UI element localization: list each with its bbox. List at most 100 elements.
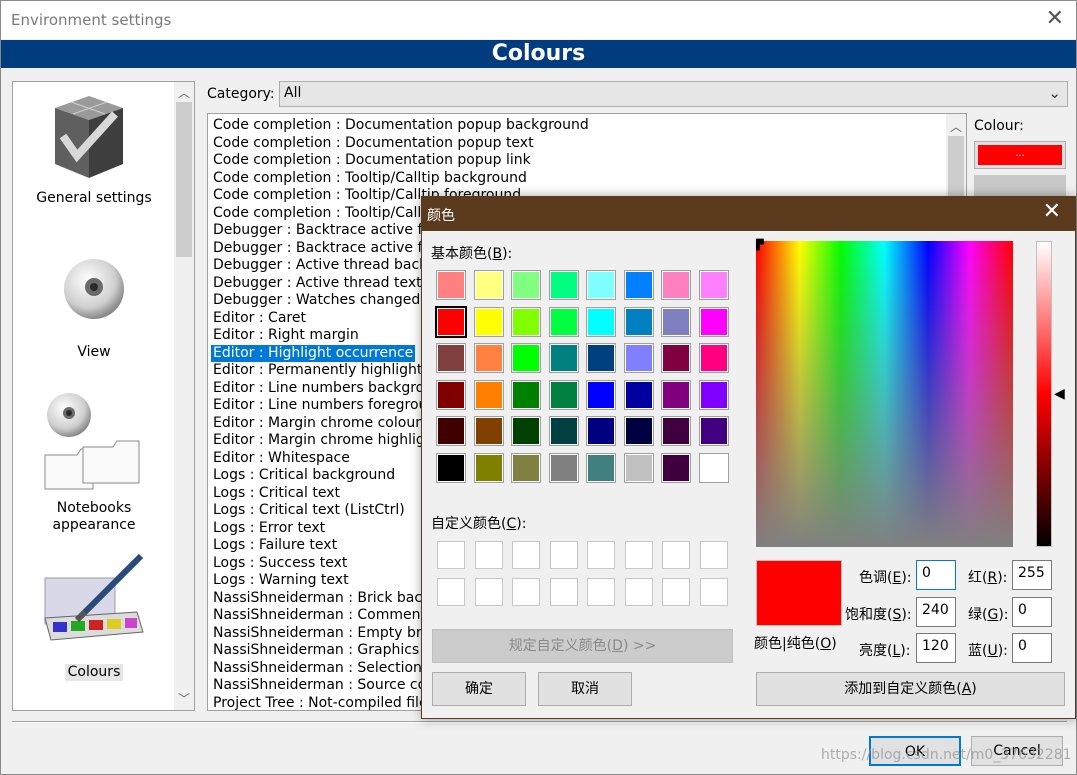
- list-item[interactable]: Editor : Line numbers foregrou: [211, 397, 429, 414]
- custom-color-slot[interactable]: [699, 578, 728, 606]
- basic-color-swatch[interactable]: [661, 452, 691, 483]
- basic-color-swatch[interactable]: [436, 343, 466, 373]
- sidebar-scrollbar[interactable]: ︿ ﹀: [174, 82, 194, 710]
- basic-color-swatch[interactable]: [698, 270, 729, 300]
- dialog-ok-button[interactable]: 确定: [432, 672, 526, 706]
- custom-color-slot[interactable]: [474, 541, 503, 569]
- list-item[interactable]: Logs : Error text: [211, 520, 327, 537]
- basic-color-swatch[interactable]: [436, 379, 466, 410]
- basic-color-swatch[interactable]: [698, 379, 729, 410]
- custom-color-slot[interactable]: [699, 541, 728, 569]
- define-custom-colors-button[interactable]: 规定自定义颜色(D) >>: [432, 629, 733, 663]
- list-item[interactable]: NassiShneiderman : Selection c: [211, 660, 436, 677]
- colour-picker-button[interactable]: ...: [974, 141, 1066, 169]
- hue-input[interactable]: 0: [916, 560, 956, 590]
- basic-color-swatch[interactable]: [661, 343, 691, 373]
- list-item[interactable]: Code completion : Tooltip/Call: [211, 205, 423, 222]
- list-item[interactable]: Editor : Permanently highlighte: [211, 362, 433, 379]
- basic-color-swatch[interactable]: [623, 379, 654, 410]
- color-spectrum[interactable]: [756, 241, 1013, 547]
- basic-color-swatch[interactable]: [511, 306, 541, 337]
- list-item[interactable]: Editor : Margin chrome colour: [211, 415, 423, 432]
- dialog-cancel-button[interactable]: 取消: [538, 672, 632, 706]
- custom-color-slot[interactable]: [549, 541, 578, 569]
- luminance-input[interactable]: 120: [916, 633, 956, 663]
- basic-color-swatch[interactable]: [586, 343, 616, 373]
- basic-color-swatch[interactable]: [548, 379, 579, 410]
- custom-color-slot[interactable]: [624, 578, 653, 606]
- list-item[interactable]: Logs : Critical text (ListCtrl): [211, 502, 407, 519]
- slider-arrow-icon[interactable]: ◀: [1054, 386, 1065, 402]
- add-to-custom-colors-button[interactable]: 添加到自定义颜色(A): [756, 672, 1065, 706]
- basic-color-swatch[interactable]: [586, 452, 616, 483]
- basic-color-swatch[interactable]: [698, 343, 729, 373]
- list-item[interactable]: Editor : Highlight occurrence: [211, 344, 416, 362]
- basic-color-swatch[interactable]: [623, 270, 654, 300]
- list-item[interactable]: NassiShneiderman : Brick backg: [211, 590, 441, 607]
- basic-color-swatch[interactable]: [623, 343, 654, 373]
- basic-color-swatch[interactable]: [511, 416, 541, 446]
- basic-color-swatch[interactable]: [511, 343, 541, 373]
- basic-color-swatch[interactable]: [698, 452, 729, 483]
- basic-color-swatch[interactable]: [586, 416, 616, 446]
- basic-color-swatch[interactable]: [436, 416, 466, 446]
- basic-color-swatch[interactable]: [661, 270, 691, 300]
- green-input[interactable]: 0: [1012, 597, 1052, 627]
- list-item[interactable]: NassiShneiderman : Empty bric: [211, 625, 435, 642]
- list-item[interactable]: Code completion : Documentation popup te…: [211, 135, 536, 152]
- basic-color-swatch[interactable]: [548, 343, 579, 373]
- scrollbar-thumb[interactable]: [176, 102, 192, 257]
- list-item[interactable]: Editor : Line numbers backgrou: [211, 380, 435, 397]
- list-item[interactable]: Code completion : Documentation popup li…: [211, 152, 533, 169]
- basic-color-swatch[interactable]: [661, 416, 691, 446]
- basic-color-swatch[interactable]: [435, 305, 467, 338]
- basic-color-swatch[interactable]: [511, 270, 541, 300]
- basic-color-swatch[interactable]: [473, 452, 504, 483]
- list-item[interactable]: Editor : Caret: [211, 310, 308, 327]
- basic-color-swatch[interactable]: [586, 379, 616, 410]
- custom-color-slot[interactable]: [662, 541, 690, 569]
- list-item[interactable]: Logs : Critical text: [211, 485, 342, 502]
- basic-color-swatch[interactable]: [473, 306, 504, 337]
- list-item[interactable]: Debugger : Active thread back: [211, 257, 429, 274]
- list-item[interactable]: NassiShneiderman : Source col: [211, 677, 432, 694]
- category-select[interactable]: All ⌄: [279, 81, 1068, 107]
- basic-color-swatch[interactable]: [548, 306, 579, 337]
- red-input[interactable]: 255: [1012, 560, 1052, 590]
- blue-input[interactable]: 0: [1012, 633, 1052, 663]
- custom-color-slot[interactable]: [587, 541, 615, 569]
- list-item[interactable]: Editor : Margin chrome highligh: [211, 432, 436, 449]
- scrollbar-thumb[interactable]: [948, 136, 964, 196]
- basic-color-swatch[interactable]: [698, 306, 729, 337]
- chevron-down-icon[interactable]: ⌄: [1048, 84, 1061, 102]
- custom-color-slot[interactable]: [512, 578, 540, 606]
- custom-color-slot[interactable]: [437, 541, 465, 569]
- basic-color-swatch[interactable]: [623, 306, 654, 337]
- custom-color-slot[interactable]: [512, 541, 540, 569]
- crosshair-icon[interactable]: ▛: [756, 241, 764, 251]
- scroll-down-icon[interactable]: ﹀: [174, 690, 194, 707]
- list-item[interactable]: Logs : Critical background: [211, 467, 397, 484]
- basic-color-swatch[interactable]: [473, 343, 504, 373]
- list-item[interactable]: Debugger : Watches changed: [211, 292, 422, 309]
- list-item[interactable]: Logs : Failure text: [211, 537, 339, 554]
- list-item[interactable]: Logs : Warning text: [211, 572, 351, 589]
- basic-color-swatch[interactable]: [436, 270, 466, 300]
- basic-color-swatch[interactable]: [473, 270, 504, 300]
- list-item[interactable]: Project Tree : Not-compiled file: [211, 695, 430, 711]
- list-item[interactable]: Editor : Whitespace: [211, 450, 352, 467]
- list-item[interactable]: Editor : Right margin: [211, 327, 361, 344]
- list-item[interactable]: NassiShneiderman : Comment c: [211, 607, 440, 624]
- list-item[interactable]: Code completion : Documentation popup ba…: [211, 117, 591, 134]
- basic-color-swatch[interactable]: [511, 379, 541, 410]
- basic-color-swatch[interactable]: [586, 270, 616, 300]
- close-icon[interactable]: ✕: [1043, 201, 1061, 223]
- basic-color-swatch[interactable]: [661, 306, 691, 337]
- list-item[interactable]: Logs : Success text: [211, 555, 349, 572]
- custom-color-slot[interactable]: [437, 578, 465, 606]
- list-item[interactable]: NassiShneiderman : Graphics co: [211, 642, 442, 659]
- basic-color-swatch[interactable]: [473, 379, 504, 410]
- list-item[interactable]: Debugger : Active thread text: [211, 275, 424, 292]
- custom-color-slot[interactable]: [624, 541, 653, 569]
- custom-color-slot[interactable]: [587, 578, 615, 606]
